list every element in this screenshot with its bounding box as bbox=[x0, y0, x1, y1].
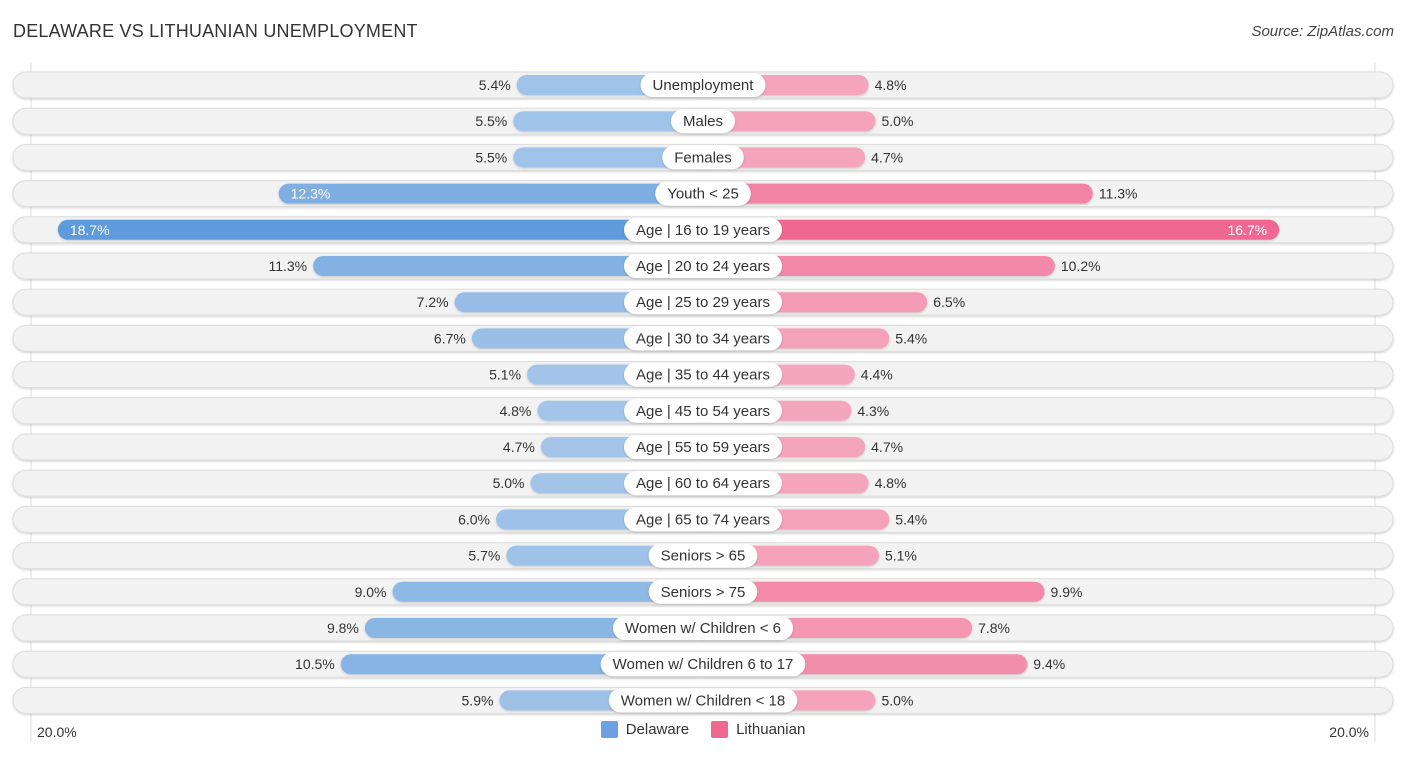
chart-row: 6.7% 5.4% Age | 30 to 34 years bbox=[12, 324, 1394, 352]
category-label: Seniors > 75 bbox=[661, 584, 746, 601]
value-label-delaware: 7.2% bbox=[417, 294, 449, 310]
value-label-lithuanian: 4.3% bbox=[857, 403, 889, 419]
value-label-lithuanian: 10.2% bbox=[1061, 258, 1101, 274]
value-label-delaware: 11.3% bbox=[268, 258, 307, 274]
value-label-delaware: 5.5% bbox=[475, 149, 507, 165]
value-label-delaware: 5.4% bbox=[479, 77, 511, 93]
value-label-delaware: 6.7% bbox=[434, 330, 466, 346]
chart-row: 5.5% 4.7% Females bbox=[12, 143, 1394, 171]
category-label: Women w/ Children < 18 bbox=[621, 692, 785, 709]
chart-row: 10.5% 9.4% Women w/ Children 6 to 17 bbox=[12, 650, 1394, 678]
value-label-lithuanian: 5.0% bbox=[882, 692, 914, 708]
chart-row: 5.5% 5.0% Males bbox=[12, 107, 1394, 135]
chart-row: 9.0% 9.9% Seniors > 75 bbox=[12, 578, 1394, 606]
value-label-lithuanian: 9.9% bbox=[1051, 584, 1083, 600]
category-label: Seniors > 65 bbox=[661, 548, 746, 565]
category-label: Youth < 25 bbox=[667, 186, 739, 203]
chart-row: 11.3% 10.2% Age | 20 to 24 years bbox=[12, 252, 1394, 280]
chart-row: 4.8% 4.3% Age | 45 to 54 years bbox=[12, 397, 1394, 425]
chart-row: 12.3% 11.3% Youth < 25 bbox=[12, 180, 1394, 208]
category-label: Age | 55 to 59 years bbox=[636, 439, 770, 456]
value-label-lithuanian: 11.3% bbox=[1099, 186, 1138, 202]
chart-row: 5.9% 5.0% Women w/ Children < 18 bbox=[12, 686, 1394, 714]
category-label: Age | 25 to 29 years bbox=[636, 294, 770, 311]
value-label-lithuanian: 4.8% bbox=[875, 77, 907, 93]
category-label: Age | 65 to 74 years bbox=[636, 511, 770, 528]
chart-rows: 5.4% 4.8% Unemployment 5.5% 5.0% Males 5.5% 4.7… bbox=[12, 71, 1394, 714]
category-label: Age | 16 to 19 years bbox=[636, 222, 770, 239]
legend-label-delaware: Delaware bbox=[625, 721, 690, 738]
value-label-delaware: 5.1% bbox=[489, 367, 521, 383]
value-label-delaware: 18.7% bbox=[70, 222, 110, 238]
bar-delaware bbox=[278, 183, 713, 204]
bar-lithuanian bbox=[693, 183, 1093, 204]
value-label-delaware: 12.3% bbox=[291, 186, 331, 202]
value-label-delaware: 5.0% bbox=[493, 475, 525, 491]
legend-swatch-lithuanian bbox=[711, 721, 729, 738]
value-label-delaware: 5.5% bbox=[475, 113, 507, 129]
value-label-lithuanian: 6.5% bbox=[933, 294, 965, 310]
legend-label-lithuanian: Lithuanian bbox=[736, 721, 806, 738]
legend-swatch-delaware bbox=[600, 721, 618, 738]
category-label: Age | 45 to 54 years bbox=[636, 403, 770, 420]
chart-row: 18.7% 16.7% Age | 16 to 19 years bbox=[12, 216, 1394, 244]
category-label: Women w/ Children < 6 bbox=[625, 620, 781, 637]
value-label-delaware: 5.9% bbox=[462, 692, 494, 708]
value-label-lithuanian: 5.4% bbox=[895, 511, 927, 527]
value-label-lithuanian: 4.4% bbox=[861, 367, 893, 383]
chart-row: 5.4% 4.8% Unemployment bbox=[12, 71, 1394, 99]
legend: Delaware Lithuanian bbox=[0, 721, 1406, 738]
category-label: Age | 30 to 34 years bbox=[636, 330, 770, 347]
chart-row: 6.0% 5.4% Age | 65 to 74 years bbox=[12, 505, 1394, 533]
value-label-lithuanian: 4.7% bbox=[871, 439, 903, 455]
category-label: Unemployment bbox=[653, 77, 755, 94]
value-label-delaware: 9.0% bbox=[355, 584, 387, 600]
category-label: Males bbox=[683, 113, 723, 130]
value-label-lithuanian: 7.8% bbox=[978, 620, 1010, 636]
chart-row: 9.8% 7.8% Women w/ Children < 6 bbox=[12, 614, 1394, 642]
value-label-delaware: 9.8% bbox=[327, 620, 359, 636]
value-label-lithuanian: 5.0% bbox=[882, 113, 914, 129]
value-label-lithuanian: 9.4% bbox=[1033, 656, 1065, 672]
value-label-delaware: 4.7% bbox=[503, 439, 535, 455]
bar-delaware bbox=[57, 219, 714, 240]
value-label-lithuanian: 5.4% bbox=[895, 330, 927, 346]
category-label: Females bbox=[674, 149, 732, 166]
chart-row: 7.2% 6.5% Age | 25 to 29 years bbox=[12, 288, 1394, 316]
category-label: Age | 20 to 24 years bbox=[636, 258, 770, 275]
value-label-lithuanian: 4.8% bbox=[875, 475, 907, 491]
value-label-delaware: 5.7% bbox=[468, 548, 500, 564]
value-label-lithuanian: 4.7% bbox=[871, 149, 903, 165]
category-label: Women w/ Children 6 to 17 bbox=[613, 656, 794, 673]
value-label-delaware: 10.5% bbox=[295, 656, 335, 672]
chart-row: 5.7% 5.1% Seniors > 65 bbox=[12, 542, 1394, 570]
value-label-delaware: 4.8% bbox=[499, 403, 531, 419]
value-label-delaware: 6.0% bbox=[458, 511, 490, 527]
category-label: Age | 35 to 44 years bbox=[636, 367, 770, 384]
value-label-lithuanian: 5.1% bbox=[885, 548, 917, 564]
legend-item-delaware: Delaware bbox=[600, 721, 690, 738]
chart-row: 5.0% 4.8% Age | 60 to 64 years bbox=[12, 469, 1394, 497]
category-label: Age | 60 to 64 years bbox=[636, 475, 770, 492]
value-label-lithuanian: 16.7% bbox=[1227, 222, 1267, 238]
legend-item-lithuanian: Lithuanian bbox=[711, 721, 805, 738]
chart-row: 4.7% 4.7% Age | 55 to 59 years bbox=[12, 433, 1394, 461]
chart-row: 5.1% 4.4% Age | 35 to 44 years bbox=[12, 361, 1394, 389]
diverging-bar-chart: 5.4% 4.8% Unemployment 5.5% 5.0% Males 5.5% 4.7… bbox=[12, 62, 1394, 742]
